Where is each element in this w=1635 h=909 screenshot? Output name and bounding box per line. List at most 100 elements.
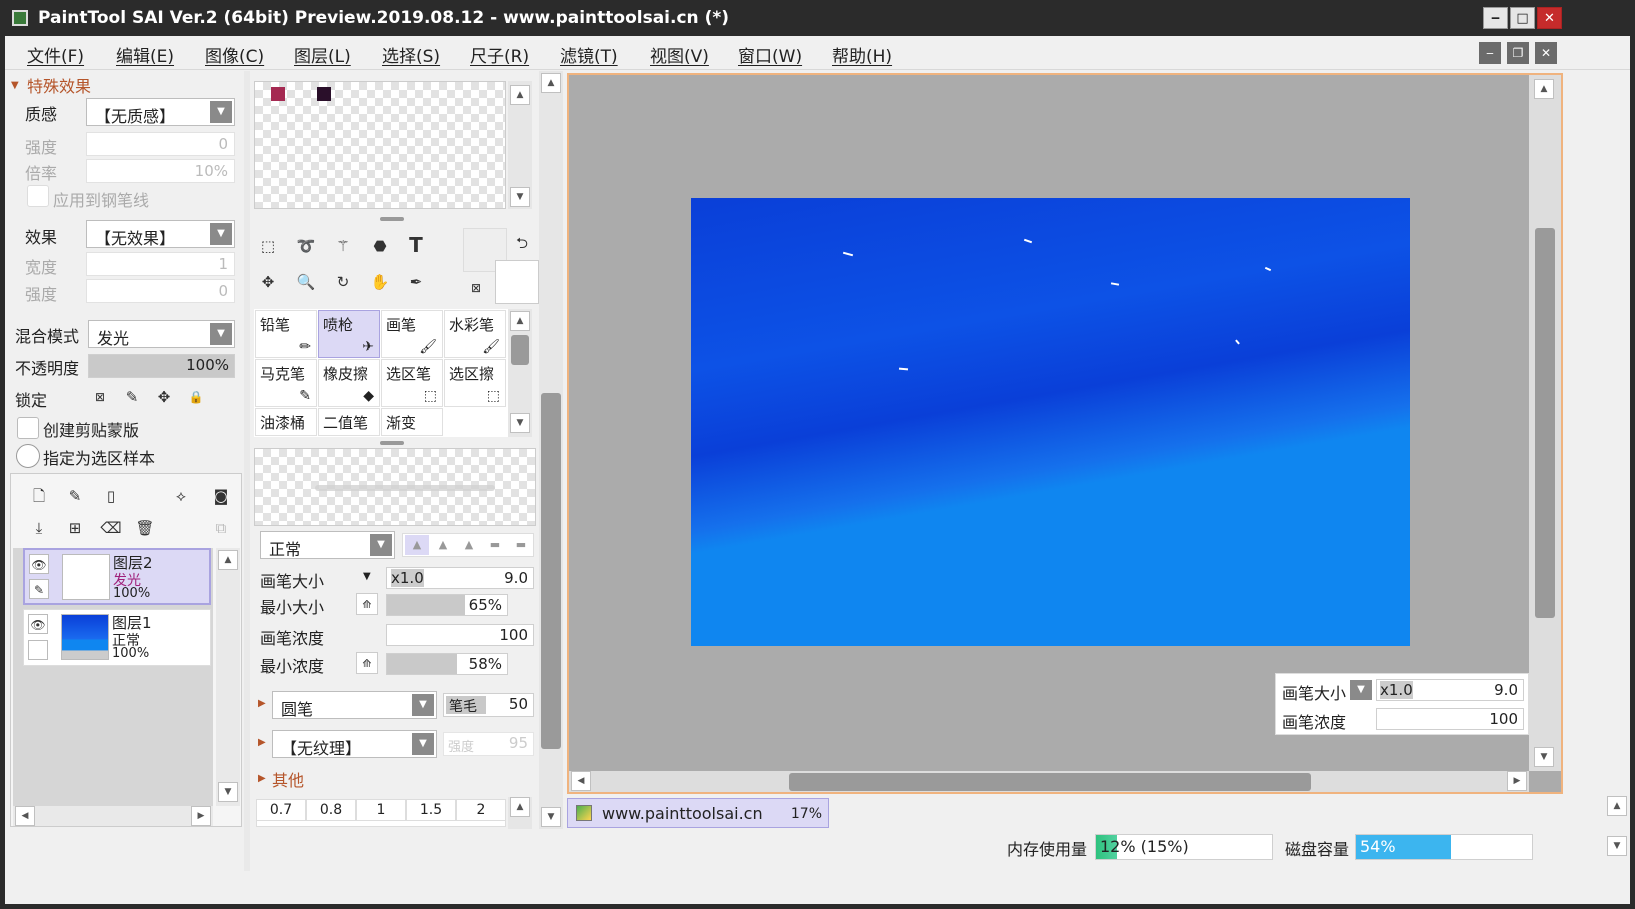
layer-row[interactable]: 👁 ✎ 图层2 发光 100% (23, 548, 211, 605)
maximize-button[interactable]: □ (1510, 7, 1535, 29)
doc-restore-button[interactable]: ❐ (1507, 42, 1529, 64)
shape-option-icon[interactable]: ▲ (431, 535, 455, 555)
mask-apply-icon[interactable]: ⧉ (209, 516, 233, 540)
eyedropper-icon[interactable]: ✒ (404, 270, 428, 294)
expand-arrow-icon[interactable]: ▶ (258, 773, 266, 784)
presets-scrollbar[interactable]: ▲ (508, 797, 532, 829)
apply-pen-checkbox[interactable] (27, 185, 49, 207)
rect-select-icon[interactable]: ⬚ (256, 234, 280, 258)
doc-list-scroll-down[interactable]: ▼ (1605, 836, 1629, 856)
menu-file[interactable]: 文件(F) (27, 42, 84, 67)
doc-minimize-button[interactable]: ‒ (1479, 42, 1501, 64)
menu-layer[interactable]: 图层(L) (294, 42, 351, 67)
brush-shape-dropdown[interactable]: 圆笔 ▼ (272, 691, 437, 719)
menu-window[interactable]: 窗口(W) (738, 42, 802, 67)
duplicate-layer-icon[interactable]: ⊞ (63, 516, 87, 540)
layer-list-hscrollbar[interactable]: ◀ ▶ (13, 806, 213, 826)
overlay-density-slider[interactable]: 100 (1376, 708, 1524, 730)
scroll-up-button[interactable]: ▲ (510, 311, 530, 331)
menu-select[interactable]: 选择(S) (382, 42, 440, 67)
chevron-down-icon[interactable]: ▼ (363, 571, 371, 582)
scroll-thumb[interactable] (541, 393, 561, 749)
shape-option-icon[interactable]: ▬ (483, 535, 507, 555)
width-field[interactable]: 1 (86, 252, 235, 276)
layer-row[interactable]: 👁 图层1 正常 100% (23, 609, 211, 666)
opacity-slider[interactable]: 100% (88, 354, 235, 378)
canvas-hscrollbar[interactable]: ◀ ▶ (569, 771, 1529, 792)
scroll-up-button[interactable]: ▲ (1534, 79, 1554, 99)
chevron-down-icon[interactable]: ▼ (1350, 680, 1372, 700)
tool-bucket[interactable]: 油漆桶 (255, 408, 317, 436)
scroll-up-button[interactable]: ▲ (541, 73, 561, 93)
shape-option-icon[interactable]: ▲ (457, 535, 481, 555)
scroll-up-button[interactable]: ▲ (510, 797, 530, 817)
menu-help[interactable]: 帮助(H) (832, 42, 892, 67)
scroll-right-button[interactable]: ▶ (1507, 771, 1527, 791)
texture-dropdown-brush[interactable]: 【无纹理】 ▼ (272, 730, 437, 758)
merge-down-icon[interactable]: ⤓ (27, 516, 51, 540)
new-pen-layer-icon[interactable]: ✎ (63, 484, 87, 508)
shape-icon[interactable]: ⬣ (368, 234, 392, 258)
scroll-down-button[interactable]: ▼ (510, 413, 530, 433)
layer-link-box[interactable] (28, 640, 48, 660)
scroll-left-button[interactable]: ◀ (15, 806, 35, 826)
density-slider[interactable]: 100 (386, 624, 534, 646)
menu-filter[interactable]: 滤镜(T) (560, 42, 618, 67)
new-folder-icon[interactable]: ▯ (99, 484, 123, 508)
lock-move-icon[interactable]: ✥ (152, 385, 176, 409)
brush-size-field[interactable]: x1.0 9.0 (386, 567, 534, 589)
text-tool-icon[interactable]: T (404, 233, 428, 257)
bristle-field[interactable]: 笔毛 50 (443, 693, 534, 717)
menu-edit[interactable]: 编辑(E) (116, 42, 174, 67)
color-swatch[interactable] (271, 87, 285, 101)
secondary-color[interactable] (495, 260, 539, 304)
scroll-down-button[interactable]: ▼ (1607, 836, 1627, 856)
scroll-up-button[interactable]: ▲ (1607, 796, 1627, 816)
size-preset[interactable]: 1.5 (406, 799, 456, 821)
expand-arrow-icon[interactable]: ▶ (258, 737, 266, 748)
tool-select-eraser[interactable]: 选区擦 ⬚ (444, 359, 506, 407)
scroll-down-button[interactable]: ▼ (218, 782, 238, 802)
scale-field[interactable]: 10% (86, 159, 235, 183)
scroll-thumb[interactable] (1535, 228, 1555, 618)
selection-sample-radio[interactable] (16, 444, 40, 468)
color-swatches[interactable] (254, 81, 506, 209)
move-icon[interactable]: ✥ (256, 270, 280, 294)
scroll-thumb[interactable] (511, 335, 529, 365)
blend-mode-dropdown[interactable]: 发光 ▼ (88, 320, 235, 348)
menu-ruler[interactable]: 尺子(R) (470, 42, 529, 67)
tool-panel-scrollbar[interactable]: ▲ ▼ (539, 71, 563, 829)
texture-dropdown[interactable]: 【无质感】 ▼ (86, 98, 235, 126)
pressure-icon[interactable]: ⟰ (356, 593, 378, 615)
magic-wand-icon[interactable]: ⚚ (331, 234, 355, 258)
layer-mask-icon[interactable]: ◙ (209, 484, 233, 508)
doc-close-button[interactable]: ✕ (1535, 42, 1557, 64)
expand-arrow-icon[interactable]: ▶ (258, 698, 266, 709)
lock-transparency-icon[interactable]: ⊠ (88, 385, 112, 409)
canvas-viewport[interactable]: 画笔大小 ▼ x1.0 9.0 画笔浓度 100 ▲ ▼ ◀ ▶ (567, 73, 1563, 794)
scroll-down-button[interactable]: ▼ (1534, 747, 1554, 767)
splitter-grip[interactable] (380, 441, 404, 445)
scroll-down-button[interactable]: ▼ (510, 187, 530, 207)
scroll-thumb[interactable] (789, 773, 1311, 791)
size-preset[interactable]: 0.8 (306, 799, 356, 821)
shape-option-icon[interactable]: ▲ (405, 535, 429, 555)
zoom-icon[interactable]: 🔍 (294, 270, 318, 294)
scroll-up-button[interactable]: ▲ (218, 550, 238, 570)
tool-watercolor[interactable]: 水彩笔 🖌 (444, 310, 506, 358)
canvas-image[interactable] (691, 198, 1410, 646)
delete-layer-icon[interactable]: 🗑 (133, 516, 157, 540)
size-preset[interactable]: 2 (456, 799, 506, 821)
document-tab[interactable]: www.painttoolsai.cn 17% (567, 798, 829, 828)
new-layer-icon[interactable]: 🗋 (27, 484, 51, 508)
scroll-left-button[interactable]: ◀ (571, 771, 591, 791)
scroll-right-button[interactable]: ▶ (191, 806, 211, 826)
pressure-icon[interactable]: ⟰ (356, 652, 378, 674)
tool-select-pen[interactable]: 选区笔 ⬚ (381, 359, 443, 407)
effect-dropdown[interactable]: 【无效果】 ▼ (86, 220, 235, 248)
texture-strength-field[interactable]: 强度 95 (443, 732, 534, 756)
lock-all-icon[interactable]: 🔒 (184, 385, 208, 409)
swap-colors-icon[interactable]: ⮌ (510, 231, 534, 255)
eye-icon[interactable]: 👁 (28, 614, 48, 634)
brush-grid-scrollbar[interactable]: ▲ ▼ (508, 309, 532, 437)
